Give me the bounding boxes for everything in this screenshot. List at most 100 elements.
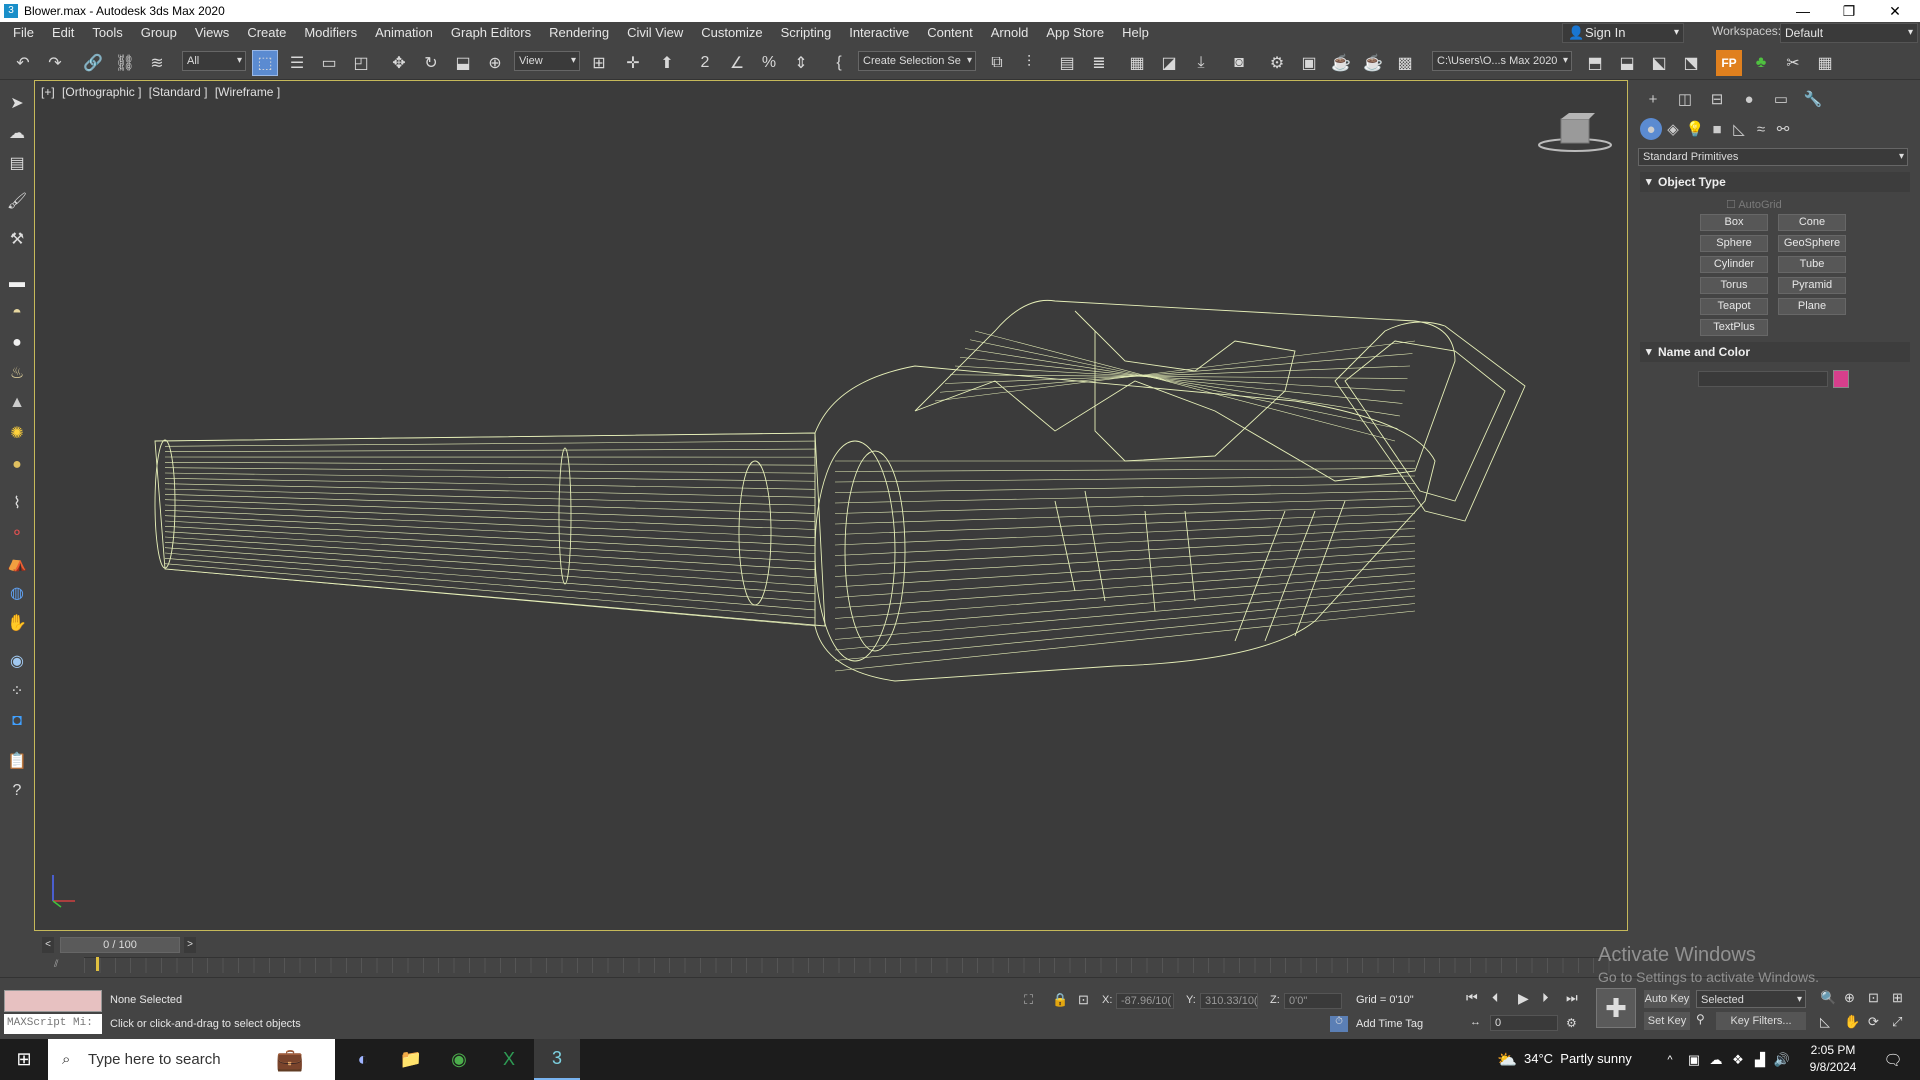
teapot-icon[interactable]: ♨	[4, 360, 30, 386]
maximize-button[interactable]: ❐	[1826, 0, 1872, 22]
isolate-selection-icon[interactable]: ⛶	[1024, 992, 1033, 1008]
dropbox-icon[interactable]: ❖	[1728, 1039, 1748, 1080]
percent-snap-icon[interactable]: %	[756, 50, 782, 76]
notifications-icon[interactable]: 🗨	[1876, 1039, 1910, 1080]
globe-icon[interactable]: ◍	[4, 580, 30, 606]
light-icon[interactable]: ✺	[4, 420, 30, 446]
utilities-tab-icon[interactable]: 🔧	[1802, 88, 1824, 110]
sign-in-button[interactable]: 👤 Sign In ▾	[1562, 23, 1684, 43]
key-mode-dropdown[interactable]: Selected	[1696, 990, 1806, 1008]
previous-frame-icon[interactable]: ⏴	[1492, 990, 1499, 1006]
helpers-category-icon[interactable]: ◺	[1728, 118, 1750, 140]
lights-category-icon[interactable]: 💡	[1684, 118, 1706, 140]
curve-editor-mini-icon[interactable]: ⫽	[54, 959, 58, 970]
cameras-category-icon[interactable]: ■	[1706, 118, 1728, 140]
orbit-icon[interactable]: ⟳	[1868, 1014, 1879, 1030]
redo-icon[interactable]: ↷	[42, 50, 68, 76]
hierarchy-tab-icon[interactable]: ⊟	[1706, 88, 1728, 110]
time-config-arrows-icon[interactable]: ↔	[1470, 1016, 1481, 1028]
3ds-max-taskbar-icon[interactable]: 3	[534, 1039, 580, 1080]
menu-civil-view[interactable]: Civil View	[618, 22, 692, 44]
zoom-extents-all-icon[interactable]: ⊞	[1892, 990, 1903, 1006]
shapes-category-icon[interactable]: ◈	[1662, 118, 1684, 140]
sculpt-icon[interactable]: ⚒	[4, 226, 30, 252]
viewport-orthographic[interactable]: [+] [Orthographic ] [Standard ] [Wirefra…	[34, 80, 1628, 931]
color-dots-icon[interactable]: ⁘	[4, 678, 30, 704]
zoom-icon[interactable]: 🔍	[1820, 990, 1836, 1006]
paint-brush-icon[interactable]: 🖌	[4, 188, 30, 214]
render-in-cloud-icon[interactable]: ▩	[1392, 50, 1418, 76]
current-frame-field[interactable]: 0	[1490, 1015, 1558, 1031]
add-time-tag[interactable]: Add Time Tag	[1356, 1018, 1423, 1030]
rotate-icon[interactable]: ↻	[418, 50, 444, 76]
maxscript-listener-pink[interactable]	[4, 990, 102, 1012]
selection-filter-dropdown[interactable]: All	[182, 51, 246, 71]
schematic-view-icon[interactable]: ⤓	[1188, 50, 1214, 76]
render-production-icon[interactable]: ☕	[1328, 50, 1354, 76]
tube-button[interactable]: Tube	[1778, 256, 1846, 273]
menu-rendering[interactable]: Rendering	[540, 22, 618, 44]
space-warps-category-icon[interactable]: ≈	[1750, 118, 1772, 140]
absolute-mode-icon[interactable]: ⊡	[1078, 992, 1089, 1008]
network-icon[interactable]: ▟	[1750, 1039, 1770, 1080]
minimize-button[interactable]: —	[1780, 0, 1826, 22]
geometry-category-icon[interactable]: ●	[1640, 118, 1662, 140]
box-primitive-icon[interactable]: ▬	[4, 270, 30, 296]
ball-icon[interactable]: ●	[4, 452, 30, 478]
reference-coordinate-dropdown[interactable]: View	[514, 51, 580, 71]
select-object-icon[interactable]: ⬚	[252, 50, 278, 76]
volume-icon[interactable]: 🔊	[1772, 1039, 1792, 1080]
cylinder-button[interactable]: Cylinder	[1700, 256, 1768, 273]
select-by-name-icon[interactable]: ☰	[284, 50, 310, 76]
key-filters-button[interactable]: Key Filters...	[1716, 1012, 1806, 1030]
zoom-extents-icon[interactable]: ⊡	[1868, 990, 1879, 1006]
menu-content[interactable]: Content	[918, 22, 982, 44]
x-coordinate-field[interactable]: -87.96/10(	[1116, 993, 1174, 1009]
show-hidden-icons-icon[interactable]: ^	[1660, 1039, 1680, 1080]
primitive-category-dropdown[interactable]: Standard Primitives	[1638, 148, 1908, 166]
display-tab-icon[interactable]: ▭	[1770, 88, 1792, 110]
onedrive-icon[interactable]: ☁	[1706, 1039, 1726, 1080]
unlink-icon[interactable]: ⛓	[112, 50, 138, 76]
placement-icon[interactable]: ⊕	[482, 50, 508, 76]
chrome-icon[interactable]: ◉	[436, 1039, 482, 1080]
help-icon[interactable]: ?	[4, 778, 30, 804]
menu-scripting[interactable]: Scripting	[772, 22, 841, 44]
file-explorer-icon[interactable]: 📁	[388, 1039, 434, 1080]
sphere-button[interactable]: Sphere	[1700, 235, 1768, 252]
box-button[interactable]: Box	[1700, 214, 1768, 231]
project-folder-dropdown[interactable]: C:\Users\O...s Max 2020	[1432, 51, 1572, 71]
time-configuration-icon[interactable]: ⚙	[1566, 1016, 1577, 1030]
torus-button[interactable]: Torus	[1700, 277, 1768, 294]
align-icon[interactable]: ⫶	[1016, 50, 1042, 76]
object-color-swatch[interactable]	[1833, 370, 1849, 388]
window-crossing-icon[interactable]: ◰	[348, 50, 374, 76]
hair-icon[interactable]: ⌇	[4, 490, 30, 516]
arnold-log-icon[interactable]: ⬔	[1678, 50, 1704, 76]
lasso-icon[interactable]: ☁	[4, 120, 30, 146]
toggle-ribbon-icon[interactable]: ▦	[1124, 50, 1150, 76]
spinner-snap-icon[interactable]: ⇕	[788, 50, 814, 76]
pyramid-button[interactable]: Pyramid	[1778, 277, 1846, 294]
windows-start-icon[interactable]: ⊞	[0, 1039, 48, 1080]
selection-lock-icon[interactable]: 🔒	[1052, 992, 1068, 1008]
angle-snap-icon[interactable]: ∠	[724, 50, 750, 76]
rendered-frame-window-icon[interactable]: ▣	[1296, 50, 1322, 76]
freeform-icon[interactable]: ▤	[4, 150, 30, 176]
weather-icon[interactable]: ⛅	[1494, 1039, 1520, 1080]
modify-tab-icon[interactable]: ◫	[1674, 88, 1696, 110]
pivot-center-icon[interactable]: ⊞	[586, 50, 612, 76]
menu-edit[interactable]: Edit	[43, 22, 83, 44]
menu-customize[interactable]: Customize	[692, 22, 771, 44]
time-slider-next-icon[interactable]: >	[184, 937, 196, 953]
keyboard-shortcut-override-icon[interactable]: ⬆	[654, 50, 680, 76]
named-selection-sets-dropdown[interactable]: Create Selection Se	[858, 51, 976, 71]
biped-icon[interactable]: ⛺	[4, 550, 30, 576]
menu-graph-editors[interactable]: Graph Editors	[442, 22, 540, 44]
curve-editor-icon[interactable]: ◪	[1156, 50, 1182, 76]
menu-create[interactable]: Create	[238, 22, 295, 44]
goto-end-icon[interactable]: ⏭	[1566, 990, 1578, 1006]
menu-tools[interactable]: Tools	[83, 22, 131, 44]
railclone-icon[interactable]: ♣	[1748, 50, 1774, 76]
undo-icon[interactable]: ↶	[10, 50, 36, 76]
